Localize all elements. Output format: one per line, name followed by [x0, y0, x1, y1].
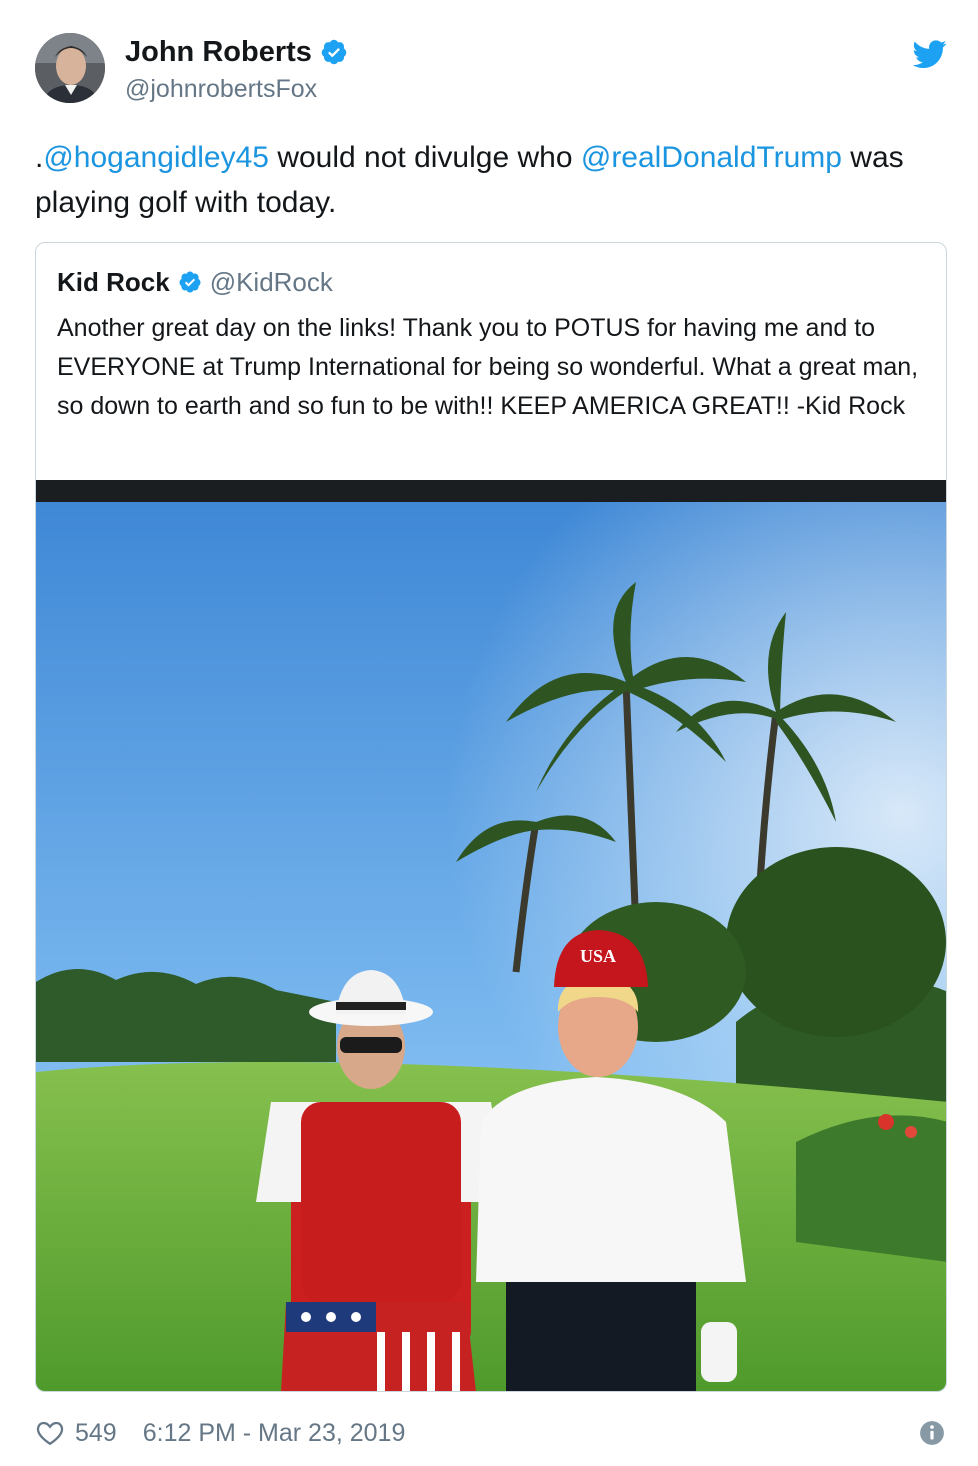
like-count[interactable]: 549 — [75, 1419, 117, 1448]
mention-realdonaldtrump[interactable]: @realDonaldTrump — [581, 141, 842, 174]
verified-badge-icon — [179, 271, 201, 293]
heart-icon[interactable] — [35, 1418, 65, 1448]
timestamp[interactable]: 6:12 PM - Mar 23, 2019 — [143, 1419, 406, 1448]
author-name-row[interactable]: John Roberts — [125, 34, 348, 70]
quoted-author-handle: @KidRock — [209, 267, 333, 297]
author-name[interactable]: John Roberts — [125, 34, 312, 70]
tweet-text: .@hogangidley45 would not divulge who @r… — [35, 135, 935, 225]
tweet-footer: 549 6:12 PM - Mar 23, 2019 — [35, 1413, 405, 1453]
quoted-header: Kid Rock @KidRock — [57, 264, 333, 300]
quoted-text: Another great day on the links! Thank yo… — [57, 314, 919, 420]
avatar-image — [35, 33, 105, 103]
photo-top-bar — [36, 480, 946, 502]
mention-hogangidley45[interactable]: @hogangidley45 — [43, 141, 269, 174]
verified-badge-icon — [321, 39, 347, 65]
author-handle[interactable]: @johnrobertsFox — [125, 73, 317, 105]
hat-text: USA — [580, 946, 616, 966]
twitter-bird-icon[interactable] — [913, 37, 947, 71]
tweet-middle: would not divulge who — [268, 141, 581, 174]
quoted-author-name: Kid Rock — [57, 267, 170, 297]
golf-photo[interactable]: USA — [36, 502, 947, 1392]
avatar[interactable] — [35, 33, 105, 103]
info-icon[interactable] — [919, 1420, 945, 1446]
quoted-tweet[interactable]: Kid Rock @KidRock Another great day on t… — [35, 242, 947, 1392]
